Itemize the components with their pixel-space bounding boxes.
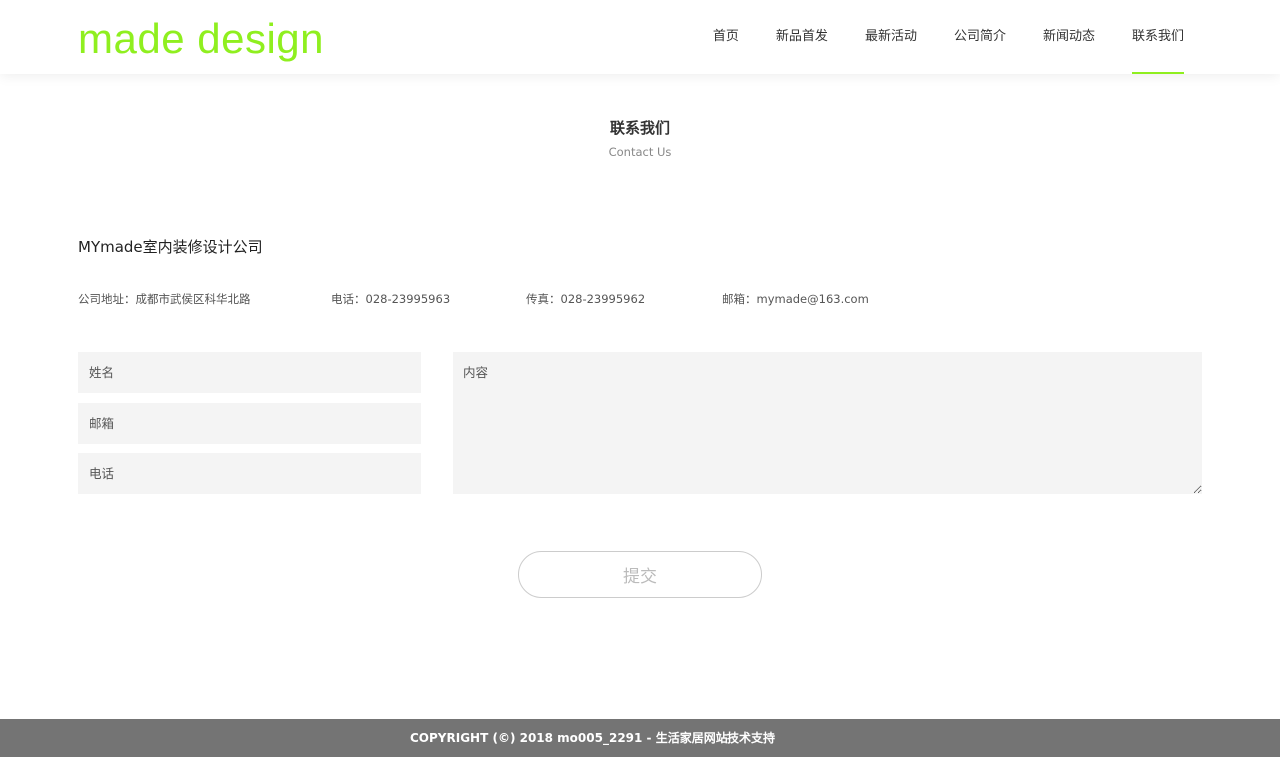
site-logo[interactable]: made design: [78, 14, 324, 64]
company-fax: 传真：028-23995962: [526, 292, 646, 306]
nav-item-contact[interactable]: 联系我们: [1131, 0, 1185, 74]
nav-item-home[interactable]: 首页: [713, 0, 739, 74]
page: made design 首页 新品首发 最新活动 公司简介 新闻动态 联系我们 …: [0, 0, 1280, 757]
phone-input[interactable]: [78, 453, 421, 494]
site-footer: COPYRIGHT (©) 2018 mo005_2291 - 生活家居网站 技…: [0, 719, 1280, 757]
nav-item-events[interactable]: 最新活动: [865, 0, 917, 74]
main-nav: 首页 新品首发 最新活动 公司简介 新闻动态 联系我们: [676, 0, 1185, 74]
section-subtitle: Contact Us: [608, 145, 672, 159]
company-phone: 电话：028-23995963: [331, 292, 451, 306]
footer-support-link[interactable]: 技术支持: [727, 719, 775, 757]
content-textarea[interactable]: [453, 352, 1202, 494]
nav-item-about[interactable]: 公司简介: [954, 0, 1006, 74]
section-title: 联系我们: [609, 119, 670, 137]
footer-copyright: COPYRIGHT (©) 2018 mo005_2291 - 生活家居网站: [410, 731, 728, 745]
email-input[interactable]: [78, 403, 421, 444]
site-header: made design 首页 新品首发 最新活动 公司简介 新闻动态 联系我们: [0, 0, 1280, 74]
nav-item-new-products[interactable]: 新品首发: [776, 0, 828, 74]
name-input[interactable]: [78, 352, 421, 393]
nav-item-news[interactable]: 新闻动态: [1043, 0, 1095, 74]
company-email: 邮箱：mymade@163.com: [722, 292, 869, 306]
company-address: 公司地址：成都市武侯区科华北路: [78, 292, 251, 306]
submit-button[interactable]: 提交: [518, 551, 762, 598]
company-name: MYmade室内装修设计公司: [78, 238, 263, 256]
